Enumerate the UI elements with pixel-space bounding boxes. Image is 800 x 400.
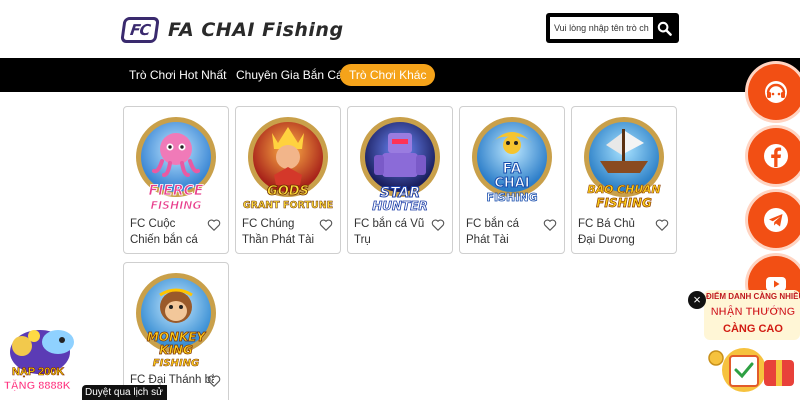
game-title: FC Bá Chủ Đại Dương [578,218,635,246]
support-chat-button[interactable] [748,64,800,120]
heart-icon[interactable] [319,218,333,232]
tab-fishing-experts[interactable]: Chuyên Gia Bắn Cá [227,64,352,86]
game-logo-word: GRANT FORTUNE [243,200,333,211]
tab-other-games[interactable]: Trò Chơi Khác [340,64,436,86]
game-logo-word: FA [503,161,522,177]
telegram-button[interactable] [748,192,800,248]
game-thumbnail: BAO CHUAN FISHING [584,117,664,210]
promo-subtitle: ĐIỂM DANH CÀNG NHIỀU [706,292,800,301]
search-button[interactable] [653,17,675,39]
site-header: FC FA CHAI Fishing [0,0,800,58]
game-thumbnail: FA CHAI FISHING [472,117,552,204]
game-logo-word: CHAI [494,176,529,191]
promo-artwork [704,290,800,392]
game-thumbnail: GODS GRANT FORTUNE [243,117,333,211]
heart-icon[interactable] [655,218,669,232]
game-card[interactable]: FA CHAI FISHING FC bắn cá Phát Tài [459,106,565,254]
telegram-icon [764,208,788,232]
promo-title: NHẬN THƯỞNG [710,306,796,318]
game-thumbnail: STAR HUNTER [360,117,440,213]
game-title: FC bắn cá Phát Tài [466,218,520,246]
facebook-button[interactable] [748,128,800,184]
game-title: FC bắn cá Vũ Trụ [354,218,425,246]
category-nav: Trò Chơi Hot Nhất Chuyên Gia Bắn Cá Trò … [0,58,800,92]
search-icon [657,21,672,36]
tab-hot-games[interactable]: Trò Chơi Hot Nhất [120,64,235,86]
search-input[interactable] [550,17,653,39]
game-title: FC Chúng Thần Phát Tài [242,218,315,246]
heart-icon[interactable] [207,374,221,388]
game-card[interactable]: GODS GRANT FORTUNE FC Chúng Thần Phát Tà… [235,106,341,254]
game-logo-word: FISHING [153,358,199,369]
close-promo-button[interactable]: × [688,291,706,309]
promo-title-2: CÀNG CAO [723,323,783,335]
search-box [546,13,679,43]
deposit-promo-banner[interactable]: NẠP 200K TẶNG 8888K [0,322,82,400]
game-logo-word: GODS [267,184,309,199]
headset-icon [765,81,787,103]
game-logo-word: FISHING [596,196,652,210]
game-thumbnail: FIERCE FISHING [136,117,216,212]
facebook-icon [764,144,788,168]
promo-deposit-text: NẠP 200K [12,366,65,379]
game-logo-word: BAO CHUAN [587,183,660,196]
site-logo[interactable]: FC FA CHAI Fishing [120,16,344,44]
game-logo-word: FISHING [150,199,201,212]
game-logo-word: KING [159,343,193,357]
browse-history-button[interactable]: Duyệt qua lịch sử [82,385,167,400]
game-logo-word: MONKEY [147,330,207,344]
game-card[interactable]: FIERCE FISHING FC Cuộc Chiến bắn cá [123,106,229,254]
game-card[interactable]: BAO CHUAN FISHING FC Bá Chủ Đại Dương [571,106,677,254]
checkin-promo-banner[interactable]: ĐIỂM DANH CÀNG NHIỀU NHẬN THƯỞNG CÀNG CA… [704,288,800,400]
game-card[interactable]: MONKEY KING FISHING FC Đại Thánh bắ [123,262,229,400]
game-logo-word: FIERCE [149,183,204,199]
logo-mark: FC [120,17,160,43]
logo-text: FA CHAI Fishing [168,19,344,41]
heart-icon[interactable] [543,218,557,232]
game-card[interactable]: STAR HUNTER FC bắn cá Vũ Trụ [347,106,453,254]
game-title: FC Cuộc Chiến bắn cá [130,218,198,246]
heart-icon[interactable] [207,218,221,232]
promo-bonus-text: TẶNG 8888K [4,380,71,392]
game-logo-word: FISHING [486,191,537,204]
game-thumbnail: MONKEY KING FISHING [136,273,216,369]
heart-icon[interactable] [431,218,445,232]
game-logo-word: HUNTER [372,199,427,213]
